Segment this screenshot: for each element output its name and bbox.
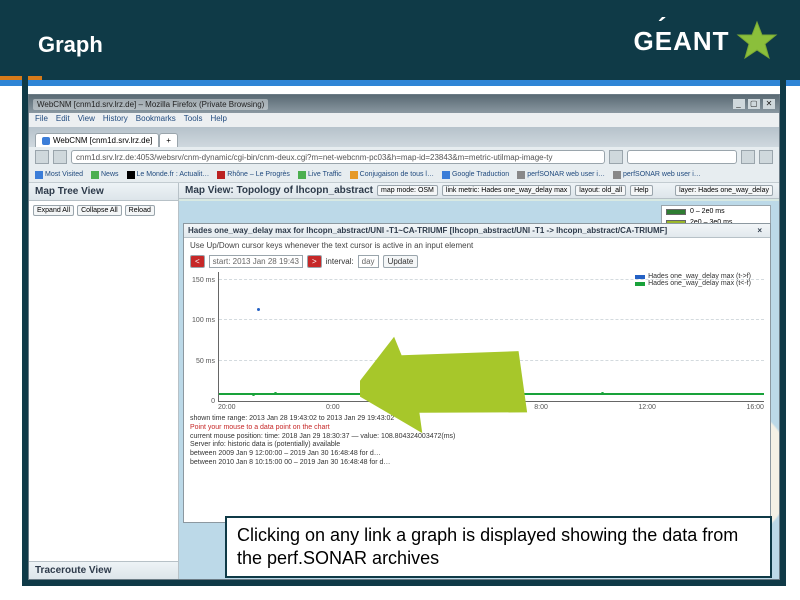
menu-history[interactable]: History bbox=[103, 114, 128, 126]
navigation-toolbar: cnm1d.srv.lrz.de:4053/websrv/cnm-dynamic… bbox=[29, 147, 779, 167]
y-tick: 50 ms bbox=[187, 358, 215, 365]
slide-header: Graph GEANT bbox=[0, 0, 800, 86]
chip-mapmode[interactable]: map mode: OSM bbox=[377, 185, 438, 196]
home-icon[interactable] bbox=[759, 150, 773, 164]
x-axis-labels: 20:000:004:00 8:0012:0016:00 bbox=[218, 404, 764, 411]
note-mouseover: Point your mouse to a data point on the … bbox=[190, 424, 764, 433]
new-tab-button[interactable]: + bbox=[159, 133, 178, 147]
note-cursor: current mouse position: time: 2018 Jan 2… bbox=[190, 433, 764, 442]
bookmark-icon[interactable] bbox=[741, 150, 755, 164]
note-range2: between 2010 Jan 8 10:15:00 00 – 2019 Ja… bbox=[190, 459, 764, 468]
tab-label: WebCNM [cnm1d.srv.lrz.de] bbox=[53, 136, 152, 145]
mapview-header: Map View: Topology of lhcopn_abstract ma… bbox=[179, 183, 779, 199]
data-point bbox=[252, 393, 255, 396]
menu-view[interactable]: View bbox=[78, 114, 95, 126]
legend-row: 0 – 2e0 ms bbox=[662, 206, 770, 217]
bookmark-psonar1[interactable]: perfSONAR web user i… bbox=[517, 171, 605, 179]
menu-bookmarks[interactable]: Bookmarks bbox=[136, 114, 176, 126]
page-title: Graph bbox=[38, 32, 103, 58]
graph-title: Hades one_way_delay max for lhcopn_abstr… bbox=[188, 226, 667, 235]
forward-button[interactable] bbox=[53, 150, 67, 164]
chip-layer[interactable]: layer: Hades one_way_delay bbox=[675, 185, 773, 196]
window-titlebar: WebCNM [cnm1d.srv.lrz.de] – Mozilla Fire… bbox=[29, 95, 779, 113]
interval-select[interactable]: day bbox=[358, 255, 379, 268]
y-tick: 150 ms bbox=[187, 277, 215, 284]
data-point-outlier bbox=[257, 308, 260, 311]
bookmark-news[interactable]: News bbox=[91, 171, 119, 179]
reload-button[interactable] bbox=[609, 150, 623, 164]
prev-button[interactable]: < bbox=[190, 255, 205, 268]
window-buttons: _ ▢ ✕ bbox=[732, 99, 775, 109]
collapse-all-button[interactable]: Collapse All bbox=[77, 205, 122, 216]
chart-legend: Hades one_way_delay max (t->f) Hades one… bbox=[632, 272, 754, 288]
bookmark-psonar2[interactable]: perfSONAR web user i… bbox=[613, 171, 701, 179]
bookmark-lemonde[interactable]: Le Monde.fr : Actualit… bbox=[127, 171, 210, 179]
chip-help[interactable]: Help bbox=[630, 185, 652, 196]
graph-window: Hades one_way_delay max for lhcopn_abstr… bbox=[183, 223, 771, 523]
sidebar-controls: Expand All Collapse All Reload bbox=[29, 201, 178, 220]
series-line bbox=[219, 393, 764, 395]
favicon-icon bbox=[42, 137, 50, 145]
minimize-button[interactable]: _ bbox=[733, 99, 745, 109]
sidebar: Map Tree View Expand All Collapse All Re… bbox=[29, 183, 179, 579]
graph-controls: < start: 2013 Jan 28 19:43 > interval: d… bbox=[184, 253, 770, 272]
bookmark-progres[interactable]: Rhône – Le Progrès bbox=[217, 171, 290, 179]
data-point bbox=[601, 392, 604, 395]
back-button[interactable] bbox=[35, 150, 49, 164]
mapview-title: Map View: Topology of lhcopn_abstract bbox=[185, 185, 373, 196]
menu-edit[interactable]: Edit bbox=[56, 114, 70, 126]
graph-close-button[interactable]: × bbox=[753, 226, 766, 235]
star-icon bbox=[736, 20, 778, 62]
bookmark-most-visited[interactable]: Most Visited bbox=[35, 171, 83, 179]
sidebar-tree[interactable] bbox=[29, 220, 178, 561]
graph-notes: shown time range: 2013 Jan 28 19:43:02 t… bbox=[184, 411, 770, 472]
reload-button[interactable]: Reload bbox=[125, 205, 155, 216]
y-tick: 0 bbox=[187, 398, 215, 405]
bookmark-traffic[interactable]: Live Traffic bbox=[298, 171, 342, 179]
graph-hint: Use Up/Down cursor keys whenever the tex… bbox=[184, 238, 770, 253]
chip-linkmetric[interactable]: link metric: Hades one_way_delay max bbox=[442, 185, 571, 196]
window-title: WebCNM [cnm1d.srv.lrz.de] – Mozilla Fire… bbox=[33, 99, 268, 110]
accent-bar-blue bbox=[0, 80, 800, 86]
frame-right bbox=[780, 14, 786, 586]
data-point bbox=[274, 392, 277, 395]
maximize-button[interactable]: ▢ bbox=[748, 99, 760, 109]
menu-tools[interactable]: Tools bbox=[184, 114, 203, 126]
start-field[interactable]: start: 2013 Jan 28 19:43 bbox=[209, 255, 303, 268]
expand-all-button[interactable]: Expand All bbox=[33, 205, 74, 216]
tab-strip: WebCNM [cnm1d.srv.lrz.de] + bbox=[29, 127, 779, 147]
next-button[interactable]: > bbox=[307, 255, 322, 268]
brand-logo: GEANT bbox=[634, 20, 778, 62]
traceroute-header[interactable]: Traceroute View bbox=[29, 561, 178, 579]
note-server: Server info: historic data is (potential… bbox=[190, 441, 764, 450]
slide-caption: Clicking on any link a graph is displaye… bbox=[225, 516, 772, 578]
data-point bbox=[437, 393, 440, 396]
update-button[interactable]: Update bbox=[383, 255, 419, 268]
chip-layout[interactable]: layout: old_all bbox=[575, 185, 626, 196]
note-range1: between 2009 Jan 9 12:00:00 – 2019 Jan 3… bbox=[190, 450, 764, 459]
bookmark-gtrans[interactable]: Google Traduction bbox=[442, 171, 509, 179]
search-input[interactable] bbox=[627, 150, 737, 164]
address-bar[interactable]: cnm1d.srv.lrz.de:4053/websrv/cnm-dynamic… bbox=[71, 150, 605, 164]
tab-current[interactable]: WebCNM [cnm1d.srv.lrz.de] bbox=[35, 133, 159, 147]
note-range: shown time range: 2013 Jan 28 19:43:02 t… bbox=[190, 415, 764, 424]
sidebar-title: Map Tree View bbox=[29, 183, 178, 201]
bookmark-conjug[interactable]: Conjugaison de tous l… bbox=[350, 171, 434, 179]
close-button[interactable]: ✕ bbox=[763, 99, 775, 109]
browser-window: WebCNM [cnm1d.srv.lrz.de] – Mozilla Fire… bbox=[28, 94, 780, 580]
browser-menu: File Edit View History Bookmarks Tools H… bbox=[29, 113, 779, 127]
bookmarks-toolbar: Most Visited News Le Monde.fr : Actualit… bbox=[29, 167, 779, 183]
menu-file[interactable]: File bbox=[35, 114, 48, 126]
y-tick: 100 ms bbox=[187, 317, 215, 324]
menu-help[interactable]: Help bbox=[210, 114, 226, 126]
graph-chart[interactable]: Hades one_way_delay max (t->f) Hades one… bbox=[218, 272, 764, 402]
interval-label: interval: bbox=[326, 257, 354, 266]
